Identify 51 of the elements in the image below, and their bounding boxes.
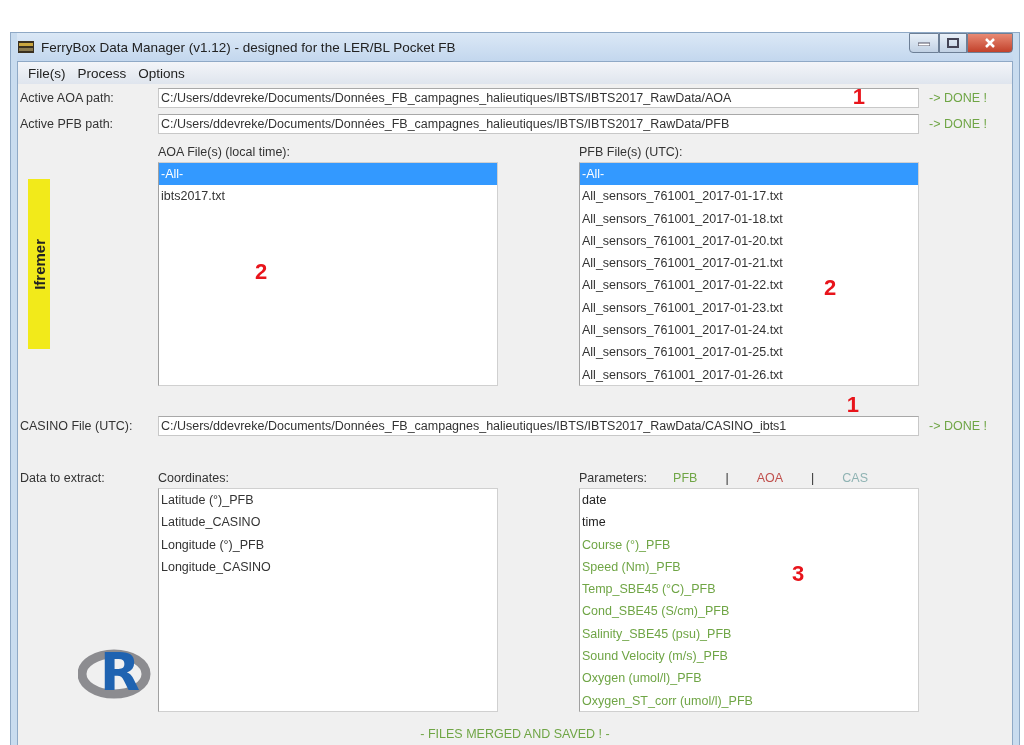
annotation-number: 2 xyxy=(824,275,837,301)
list-item[interactable]: date xyxy=(580,489,607,512)
app-icon xyxy=(17,39,35,55)
annotation-number: 2 xyxy=(255,259,268,285)
menu-item[interactable]: Process xyxy=(71,65,133,81)
list-label: Coordinates: xyxy=(158,470,230,487)
file-list-item[interactable]: All_sensors_761001_2017-01-25.txt xyxy=(580,341,783,364)
file-list-item[interactable]: All_sensors_761001_2017-01-22.txt xyxy=(580,274,783,297)
file-list-item[interactable]: All_sensors_761001_2017-01-26.txt xyxy=(580,363,783,386)
list-item[interactable]: Latitude (°)_PFB xyxy=(159,489,254,512)
path-field[interactable]: C:/Users/ddevreke/Documents/Données_FB_campagnes_halieutiques/IBTS/IBTS2017_RawData/PFB xyxy=(158,114,919,134)
path-label: CASINO File (UTC): xyxy=(20,419,134,433)
list-label: PFB File(s) (UTC): xyxy=(579,144,684,161)
legend-separator: | xyxy=(811,471,815,485)
file-list-item[interactable]: ibts2017.txt xyxy=(159,185,225,208)
section-label: Data to extract: xyxy=(20,470,106,487)
minimize-icon xyxy=(918,40,930,46)
file-list-item[interactable]: All_sensors_761001_2017-01-24.txt xyxy=(580,319,783,342)
legend-item: AOA xyxy=(756,471,784,485)
status-text: -> DONE ! xyxy=(928,419,988,433)
annotation-number: 3 xyxy=(792,561,805,587)
list-item[interactable]: Longitude_CASINO xyxy=(159,555,271,579)
path-field[interactable]: C:/Users/ddevreke/Documents/Données_FB_campagnes_halieutiques/IBTS/IBTS2017_RawData/CASINO_ibts1 xyxy=(158,416,919,436)
legend-separator: | xyxy=(725,471,729,485)
list-label: Parameters: xyxy=(579,471,648,485)
list-item[interactable]: Latitude_CASINO xyxy=(159,511,261,534)
status-message: - FILES MERGED AND SAVED ! - xyxy=(419,727,611,743)
status-text: -> DONE ! xyxy=(928,117,988,131)
close-button[interactable] xyxy=(967,33,1013,53)
list-item[interactable]: time xyxy=(580,511,606,534)
file-list-item[interactable]: All_sensors_761001_2017-01-23.txt xyxy=(580,296,783,320)
menu-item[interactable]: File(s) xyxy=(22,65,72,81)
file-list-item[interactable]: All_sensors_761001_2017-01-18.txt xyxy=(580,207,783,230)
logo-text: Ifremer xyxy=(30,238,48,290)
menu-item[interactable]: Options xyxy=(132,65,191,81)
file-list-item[interactable]: All_sensors_761001_2017-01-20.txt xyxy=(580,229,783,253)
maximize-icon xyxy=(947,38,959,48)
list-item[interactable]: Longitude (°)_PFB xyxy=(159,533,264,556)
path-label: Active AOA path: xyxy=(20,91,115,105)
file-list-item[interactable]: All_sensors_761001_2017-01-17.txt xyxy=(580,185,783,208)
path-label: Active PFB path: xyxy=(20,117,115,131)
minimize-button[interactable] xyxy=(909,33,939,53)
legend-item: PFB xyxy=(673,471,698,485)
annotation-number: 1 xyxy=(846,392,859,418)
list-label: AOA File(s) (local time): xyxy=(158,144,291,161)
legend-item: CAS xyxy=(842,471,868,485)
file-list-item[interactable]: All_sensors_761001_2017-01-21.txt xyxy=(580,252,783,275)
close-icon xyxy=(984,37,996,49)
status-text: -> DONE ! xyxy=(928,91,988,105)
maximize-button[interactable] xyxy=(939,33,967,53)
window-title: FerryBox Data Manager (v1.12) - designed for the LER/BL Pocket FB xyxy=(41,39,456,55)
